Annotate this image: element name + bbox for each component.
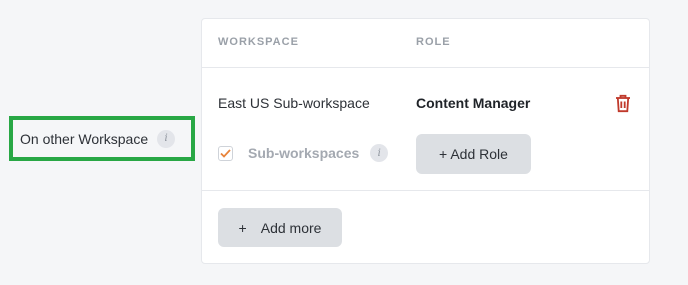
subworkspaces-label: Sub-workspaces	[248, 145, 360, 161]
column-header-role: ROLE	[416, 36, 451, 48]
role-name: Content Manager	[416, 95, 531, 111]
workspace-role-card: WORKSPACE ROLE East US Sub-workspace Con…	[201, 18, 650, 264]
add-role-button[interactable]: + Add Role	[416, 134, 531, 174]
info-icon[interactable]: i	[157, 129, 176, 148]
workspace-name: East US Sub-workspace	[218, 95, 370, 111]
table-header: WORKSPACE ROLE	[202, 19, 649, 68]
add-more-label: Add more	[260, 219, 322, 236]
trash-icon[interactable]	[612, 92, 634, 114]
side-label-text: On other Workspace	[20, 130, 149, 147]
table-row: East US Sub-workspace Content Manager Su…	[202, 68, 649, 191]
column-header-workspace: WORKSPACE	[218, 36, 299, 48]
add-more-button[interactable]: + Add more	[218, 208, 342, 247]
info-icon[interactable]: i	[370, 144, 389, 162]
subworkspaces-option: Sub-workspaces i	[218, 144, 389, 162]
plus-icon: +	[238, 219, 247, 236]
subworkspaces-checkbox[interactable]	[218, 145, 233, 161]
on-other-workspace-label: On other Workspace i	[9, 116, 195, 161]
